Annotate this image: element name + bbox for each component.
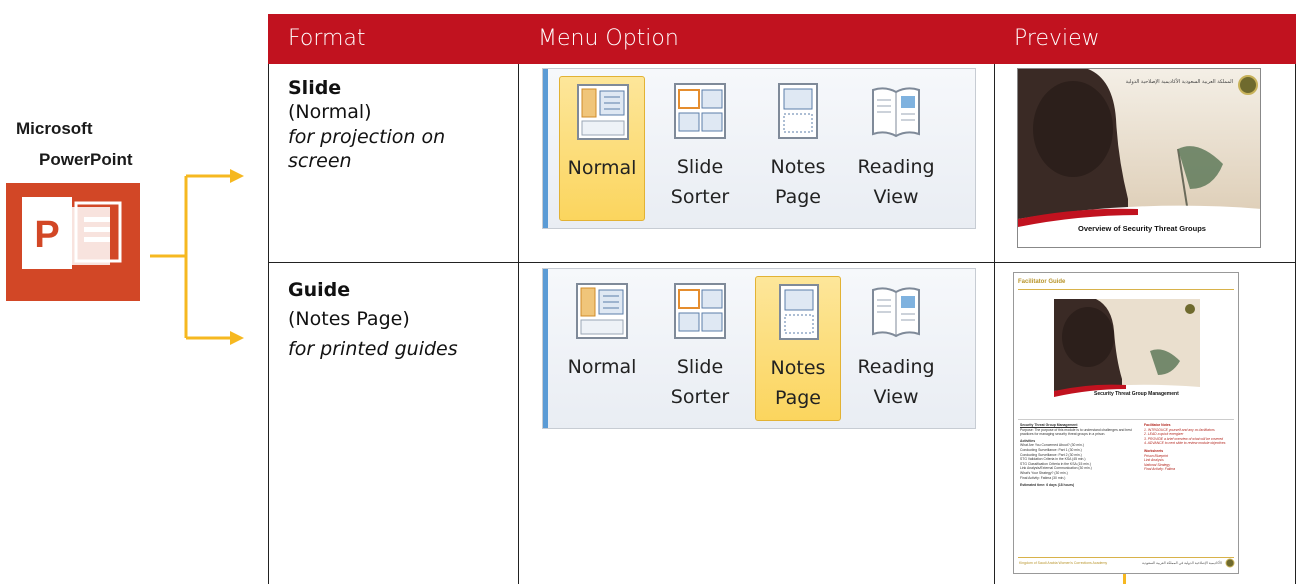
table-row-divider — [268, 262, 1296, 263]
slide-preview: المملكة العربية السعودية الأكاديمية الإص… — [1017, 68, 1261, 248]
format-title: Slide — [288, 77, 342, 99]
notes-page-label: Notes Page — [770, 357, 826, 409]
ribbon-accent — [543, 269, 548, 428]
guide-footer-left: Kingdom of Saudi Arabia Women's Correcti… — [1019, 561, 1108, 565]
normal-view-button[interactable]: Normal — [559, 76, 645, 221]
slide-sorter-icon — [674, 283, 726, 339]
header-menu-option: Menu Option — [518, 14, 994, 64]
notes-page-button[interactable]: Notes Page — [755, 276, 841, 421]
ribbon-accent — [543, 69, 548, 228]
slide-preview-image: المملكة العربية السعودية الأكاديمية الإص… — [1018, 69, 1260, 247]
notes-page-icon — [779, 284, 819, 340]
reading-view-label: Reading View — [857, 156, 935, 208]
guide-left-column: Security Threat Group Management Purpose… — [1020, 423, 1140, 488]
reading-view-button[interactable]: Reading View — [853, 276, 939, 421]
slide-sorter-label: Slide Sorter — [670, 356, 730, 408]
slide-sorter-button[interactable]: Slide Sorter — [657, 276, 743, 421]
seal-icon — [1225, 558, 1235, 568]
slide-sorter-button[interactable]: Slide Sorter — [657, 76, 743, 221]
format-desc: for projection on screen — [288, 125, 446, 172]
notes-page-label: Notes Page — [770, 156, 826, 208]
slide-org-text: المملكة العربية السعودية الأكاديمية الإص… — [1126, 78, 1233, 85]
format-mode: (Normal) — [288, 101, 372, 124]
guide-preview: Facilitator Guide Security Threat Group … — [1013, 272, 1239, 574]
table-divider-1 — [518, 64, 519, 584]
table-border-left — [268, 64, 269, 584]
bracket-arrow-connector — [150, 169, 244, 345]
slide-sorter-label: Slide Sorter — [670, 156, 730, 208]
view-ribbon-normal: Normal Slide Sorter Notes Page Reading View — [542, 68, 976, 229]
format-cell-guide: Guide (Notes Page) for printed guides — [288, 276, 458, 364]
guide-footer-right: الأكاديمية الإصلاحية الدولية في المملكة … — [1142, 561, 1222, 565]
powerpoint-letter: P — [34, 214, 59, 256]
yellow-connector-stub — [1123, 574, 1126, 584]
reading-view-icon — [872, 287, 920, 338]
normal-view-button[interactable]: Normal — [559, 276, 645, 421]
app-title-line2: PowerPoint — [39, 150, 133, 169]
guide-worksheet: Final Activity: Fatima — [1144, 467, 1176, 472]
reading-view-label: Reading View — [857, 356, 935, 408]
app-title-line1: Microsoft — [16, 119, 93, 138]
guide-header-rule — [1018, 289, 1234, 290]
guide-header: Facilitator Guide — [1018, 279, 1066, 285]
format-cell-slide: Slide (Normal) for projection on screen — [288, 76, 498, 173]
header-format: Format — [268, 14, 518, 64]
notes-page-icon — [778, 83, 818, 139]
view-ribbon-notes: Normal Slide Sorter Notes Page Reading View — [542, 268, 976, 429]
slide-sorter-icon — [674, 83, 726, 139]
normal-view-icon — [577, 84, 629, 140]
format-desc: for printed guides — [288, 337, 458, 360]
guide-purpose: Purpose: The purpose of this module is t… — [1020, 427, 1132, 437]
guide-slide-title: Security Threat Group Management — [1094, 391, 1179, 397]
normal-label: Normal — [567, 157, 637, 179]
guide-note: 4. ADVANCE to next slide to review modul… — [1144, 441, 1226, 446]
slide-title-text: Overview of Security Threat Groups — [1078, 224, 1206, 233]
guide-activity: Final Activity: Fatima (30 min.) — [1020, 475, 1066, 480]
normal-label: Normal — [567, 356, 637, 378]
guide-divider — [1018, 419, 1234, 420]
reading-view-icon — [872, 87, 920, 138]
reading-view-button[interactable]: Reading View — [853, 76, 939, 221]
guide-time: Estimated time: 6 days (18 hours) — [1020, 483, 1075, 488]
normal-view-icon — [576, 283, 628, 339]
guide-right-column: Facilitator Notes 1. INTRODUCE yourself … — [1144, 423, 1236, 472]
header-preview: Preview — [994, 14, 1296, 64]
notes-page-button[interactable]: Notes Page — [755, 76, 841, 221]
table-border-right — [1295, 64, 1296, 584]
table-divider-2 — [994, 64, 995, 584]
format-mode: (Notes Page) — [288, 308, 410, 331]
guide-footer-rule — [1018, 557, 1234, 558]
powerpoint-icon: P — [6, 183, 140, 301]
format-title: Guide — [288, 279, 351, 301]
